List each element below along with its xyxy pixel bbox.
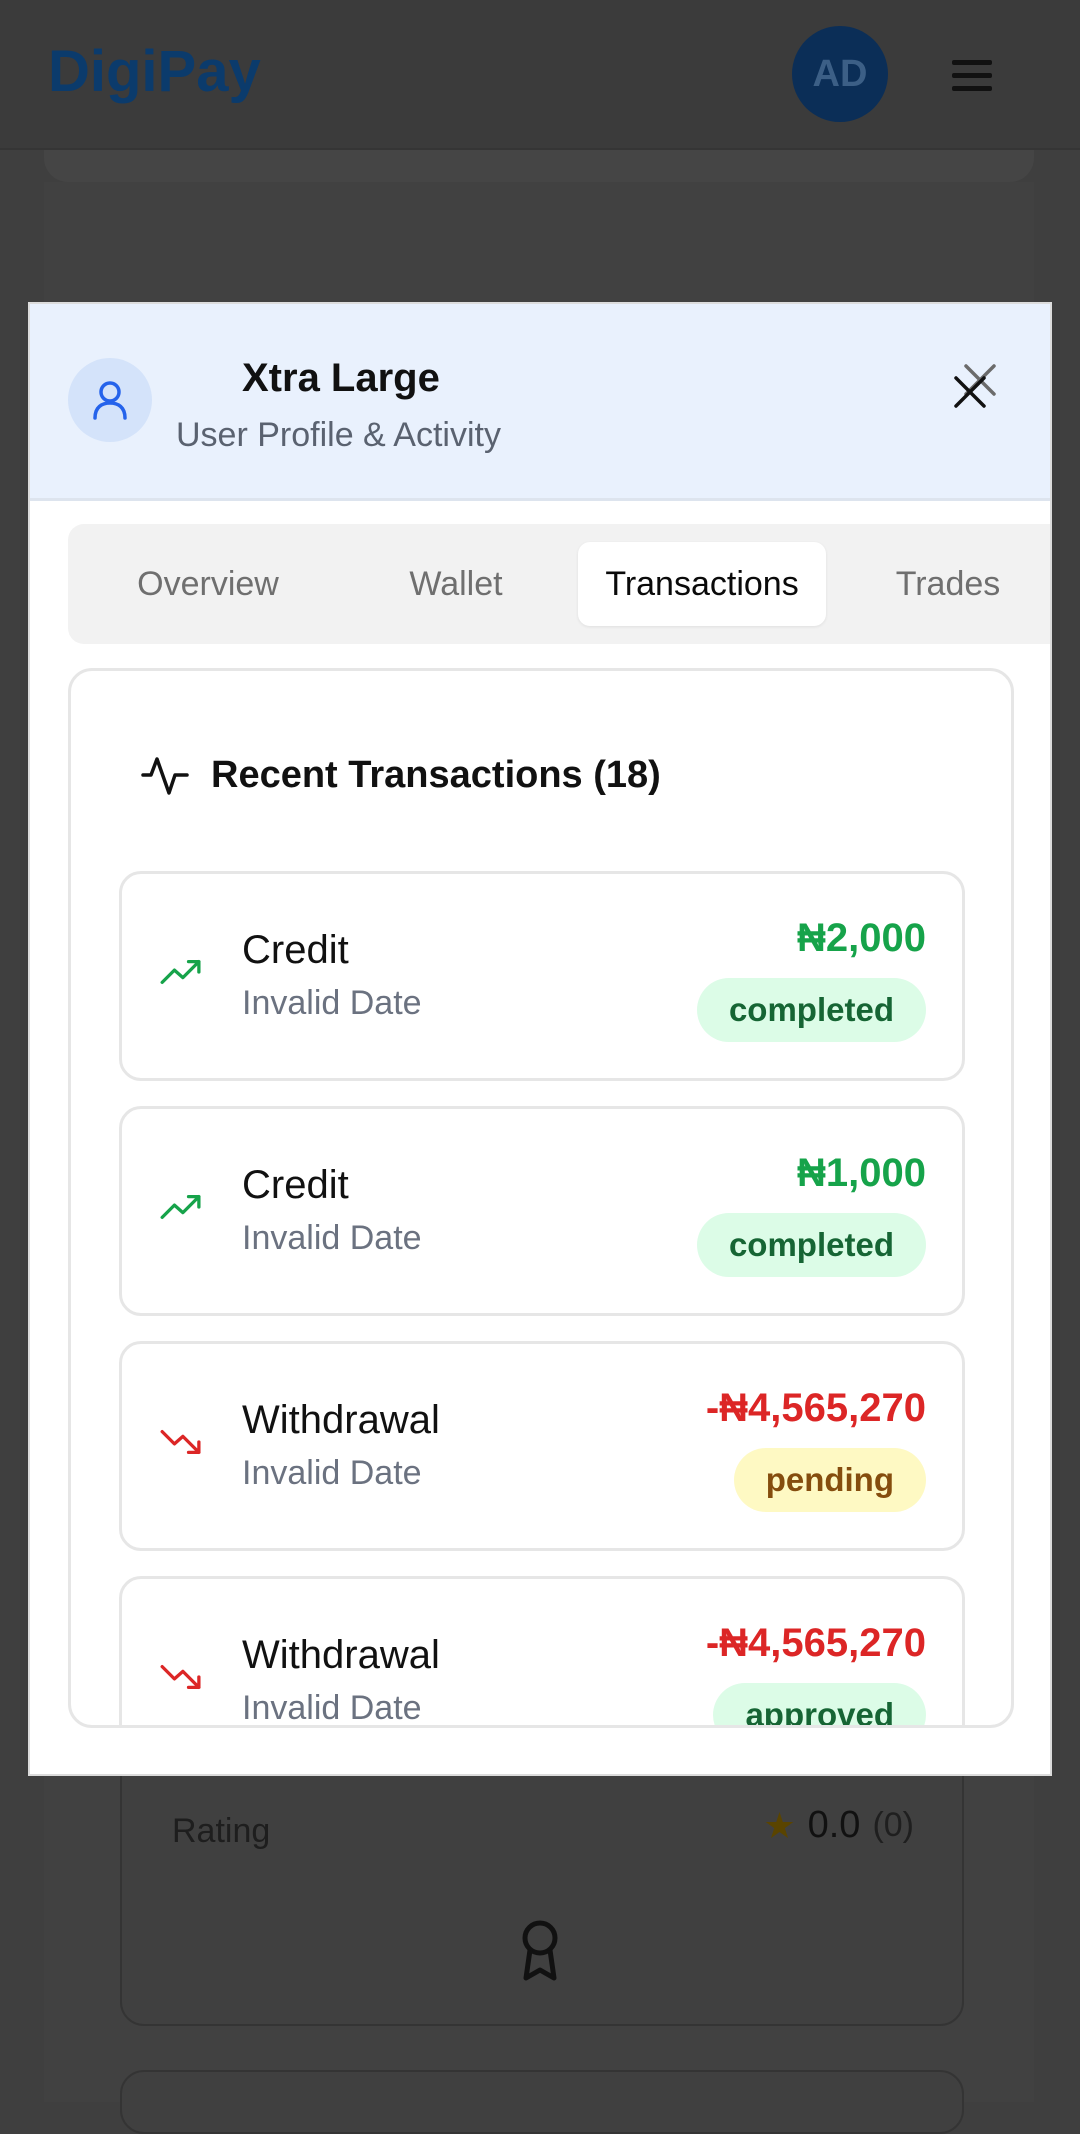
- transaction-item[interactable]: Credit Invalid Date ₦2,000 completed: [119, 871, 965, 1081]
- user-profile-modal: Xtra Large User Profile & Activity Overv…: [28, 302, 1052, 1776]
- top-navbar: DigiPay AD: [0, 0, 1080, 148]
- transactions-title: Recent Transactions (18): [211, 753, 661, 796]
- transaction-type: Credit: [242, 1163, 349, 1207]
- rating-count: (0): [872, 1806, 914, 1844]
- trending-down-icon: [160, 1430, 201, 1454]
- tab-bar: Overview Wallet Transactions Trades: [68, 524, 1050, 644]
- background-card-edge: [44, 150, 1034, 182]
- transactions-list: Credit Invalid Date ₦2,000 completed Credit I…: [119, 871, 965, 1727]
- menu-icon[interactable]: [952, 60, 992, 91]
- transaction-type: Withdrawal: [242, 1633, 440, 1677]
- rating-value-group: ★ 0.0 (0): [763, 1804, 914, 1847]
- tab-trades[interactable]: Trades: [828, 542, 1050, 626]
- transactions-header: Recent Transactions (18): [141, 751, 661, 799]
- transaction-date: Invalid Date: [242, 1219, 422, 1257]
- modal-header: Xtra Large User Profile & Activity: [30, 304, 1050, 501]
- rating-label: Rating: [172, 1812, 271, 1850]
- transaction-item[interactable]: Withdrawal Invalid Date -₦4,565,270 pending: [119, 1341, 965, 1551]
- transaction-item[interactable]: Withdrawal Invalid Date -₦4,565,270 approve…: [119, 1576, 965, 1727]
- transaction-amount: ₦1,000: [797, 1151, 926, 1195]
- background-card: [120, 2070, 964, 2134]
- rating-value: 0.0: [807, 1804, 861, 1846]
- transactions-panel: Recent Transactions (18) Credit Invalid D…: [68, 668, 1014, 1728]
- close-icon[interactable]: [948, 360, 1008, 420]
- transaction-item[interactable]: Credit Invalid Date ₦1,000 completed: [119, 1106, 965, 1316]
- trending-down-icon: [160, 1665, 201, 1689]
- transaction-amount: ₦2,000: [797, 916, 926, 960]
- modal-subtitle: User Profile & Activity: [176, 416, 501, 454]
- transaction-amount: -₦4,565,270: [705, 1386, 926, 1430]
- status-badge: completed: [696, 1213, 926, 1277]
- star-icon: ★: [763, 1804, 796, 1846]
- transaction-amount: -₦4,565,270: [705, 1621, 926, 1665]
- transaction-date: Invalid Date: [242, 984, 422, 1022]
- user-icon: [68, 358, 152, 442]
- transaction-date: Invalid Date: [242, 1689, 422, 1727]
- rating-card: Rating ★ 0.0 (0): [120, 1740, 964, 2026]
- award-icon: [522, 1920, 558, 1981]
- modal-title: Xtra Large: [242, 356, 440, 400]
- user-avatar[interactable]: AD: [792, 26, 888, 122]
- transaction-type: Credit: [242, 928, 349, 972]
- tab-overview[interactable]: Overview: [88, 542, 328, 626]
- brand-logo[interactable]: DigiPay: [48, 38, 261, 105]
- activity-icon: [141, 757, 189, 795]
- trending-up-icon: [160, 960, 201, 984]
- transaction-type: Withdrawal: [242, 1398, 440, 1442]
- transaction-date: Invalid Date: [242, 1454, 422, 1492]
- status-badge: pending: [733, 1448, 926, 1512]
- tab-wallet[interactable]: Wallet: [336, 542, 576, 626]
- status-badge: completed: [696, 978, 926, 1042]
- status-badge: approved: [713, 1683, 926, 1725]
- trending-up-icon: [160, 1195, 201, 1219]
- tab-transactions[interactable]: Transactions: [578, 542, 826, 626]
